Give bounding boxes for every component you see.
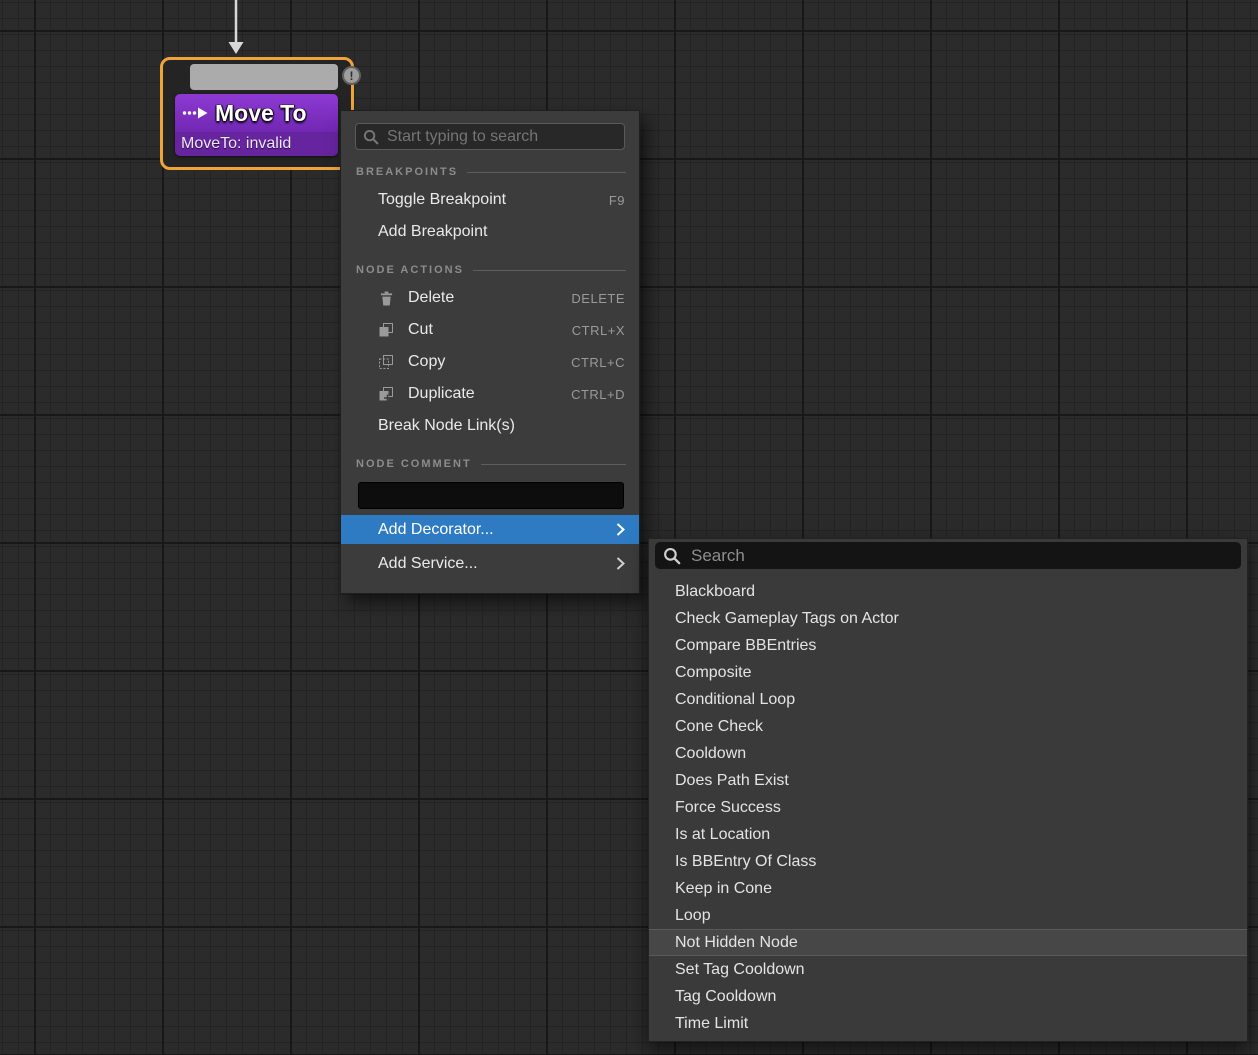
decorator-search[interactable] [655,542,1241,569]
section-divider [467,172,626,173]
menu-item-delete[interactable]: Delete DELETE [341,282,639,314]
list-item[interactable]: Set Tag Cooldown [649,956,1247,983]
menu-item-break-node-links[interactable]: Break Node Link(s) [341,410,639,442]
node-comment-input[interactable] [358,482,624,509]
decorator-search-input[interactable] [689,545,1233,567]
behavior-tree-node-move-to[interactable]: Move To MoveTo: invalid [160,57,354,170]
move-to-arrow-icon [182,107,208,119]
menu-item-copy[interactable]: Copy CTRL+C [341,346,639,378]
chevron-right-icon [616,557,625,570]
node-title-row: Move To [175,94,338,132]
menu-item-cut[interactable]: Cut CTRL+X [341,314,639,346]
menu-item-duplicate[interactable]: Duplicate CTRL+D [341,378,639,410]
list-item[interactable]: Loop [649,902,1247,929]
section-divider [473,270,626,271]
decorator-submenu: Blackboard Check Gameplay Tags on Actor … [648,538,1248,1042]
list-item[interactable]: Check Gameplay Tags on Actor [649,605,1247,632]
node-comment-bubble[interactable] [190,64,338,90]
list-item-highlighted[interactable]: Not Hidden Node [649,929,1247,956]
menu-item-add-service[interactable]: Add Service... [341,549,639,578]
search-icon [663,547,681,565]
menu-item-toggle-breakpoint[interactable]: Toggle Breakpoint F9 [341,184,639,216]
copy-icon [378,355,394,369]
graph-canvas[interactable]: Move To MoveTo: invalid ! BREAKPOINTS To… [0,0,1258,1055]
node-subtitle-row: MoveTo: invalid [175,132,338,156]
node-subtitle: MoveTo: invalid [181,135,291,153]
menu-item-add-breakpoint[interactable]: Add Breakpoint [341,216,639,248]
trash-icon [378,291,394,306]
context-menu-search[interactable] [355,123,625,150]
list-item[interactable]: Composite [649,659,1247,686]
list-item[interactable]: Tag Cooldown [649,983,1247,1010]
duplicate-icon [378,387,394,401]
section-node-actions: NODE ACTIONS [341,258,639,282]
search-icon [363,129,379,145]
context-menu: BREAKPOINTS Toggle Breakpoint F9 Add Bre… [340,110,640,594]
list-item[interactable]: Compare BBEntries [649,632,1247,659]
list-item[interactable]: Does Path Exist [649,767,1247,794]
section-node-comment: NODE COMMENT [341,452,639,476]
list-item[interactable]: Keep in Cone [649,875,1247,902]
list-item[interactable]: Blackboard [649,578,1247,605]
list-item[interactable]: Conditional Loop [649,686,1247,713]
list-item[interactable]: Time Limit [649,1010,1247,1037]
list-item[interactable]: Is BBEntry Of Class [649,848,1247,875]
node-title: Move To [215,100,307,127]
connection-arrow-icon [226,0,246,55]
section-breakpoints: BREAKPOINTS [341,160,639,184]
list-item[interactable]: Is at Location [649,821,1247,848]
list-item[interactable]: Cooldown [649,740,1247,767]
list-item[interactable]: Cone Check [649,713,1247,740]
context-menu-search-input[interactable] [385,127,617,147]
decorator-list: Blackboard Check Gameplay Tags on Actor … [649,578,1247,1037]
section-divider [481,464,626,465]
list-item[interactable]: Force Success [649,794,1247,821]
chevron-right-icon [616,523,625,536]
node-body[interactable]: Move To MoveTo: invalid [175,94,338,156]
info-badge-icon[interactable]: ! [342,66,361,85]
cut-icon [378,323,394,337]
menu-item-add-decorator[interactable]: Add Decorator... [341,515,639,544]
